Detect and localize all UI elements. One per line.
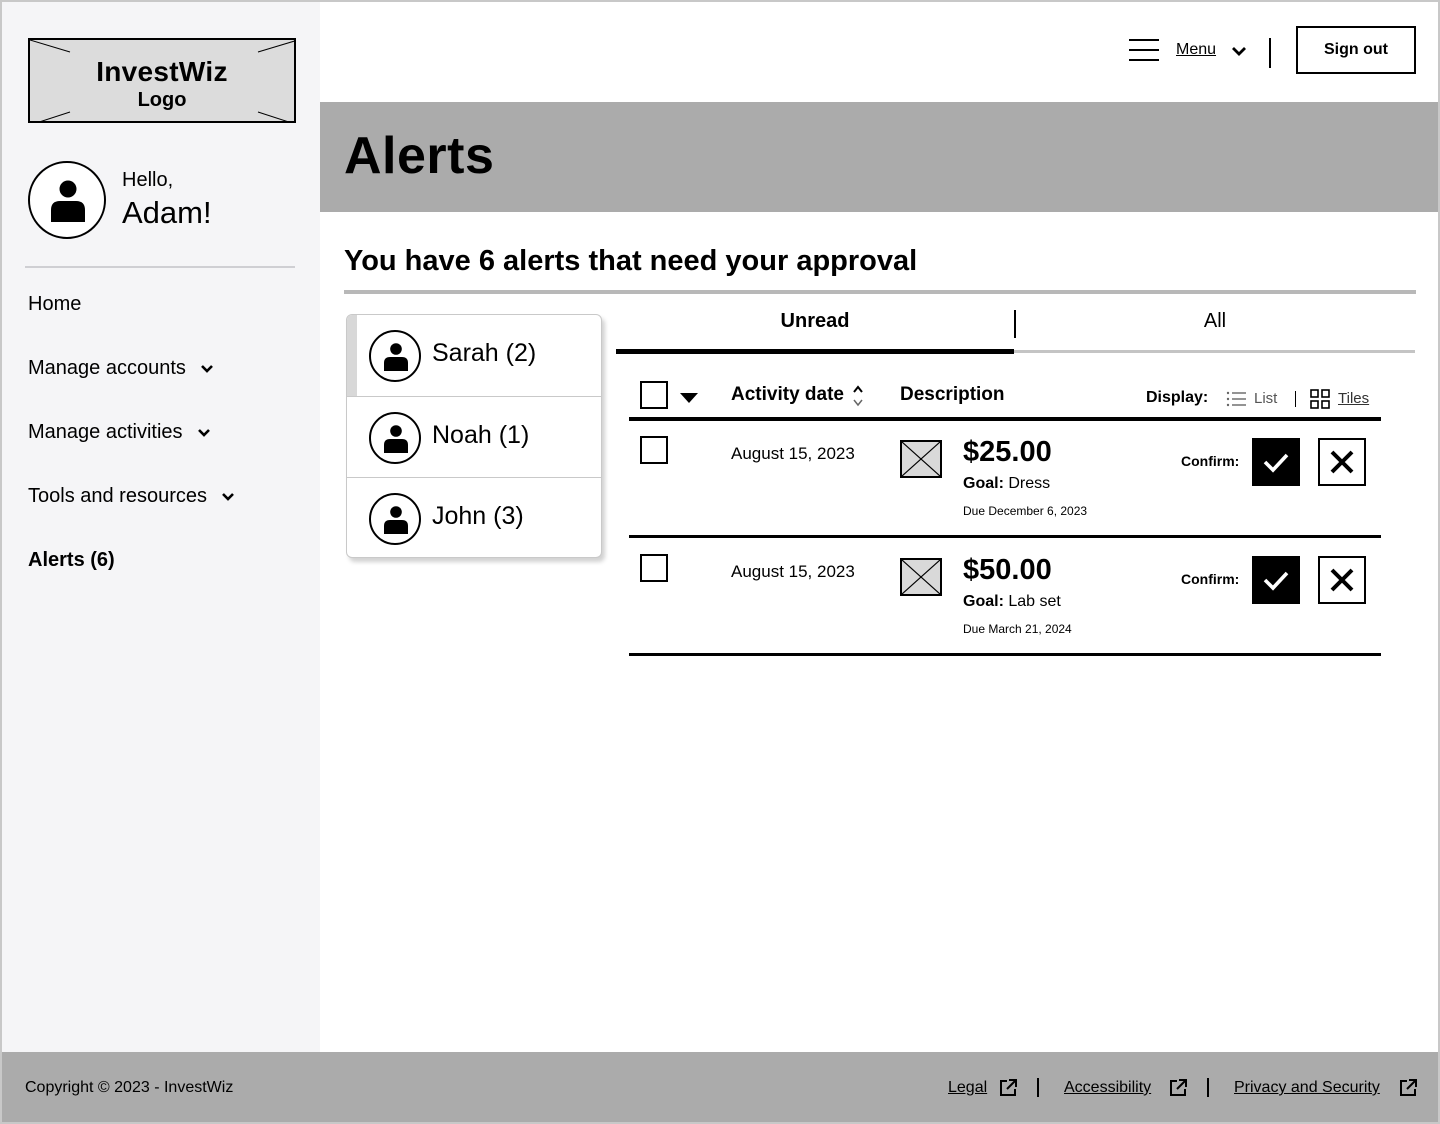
external-link-icon[interactable]	[999, 1079, 1017, 1102]
person-icon	[51, 180, 85, 222]
caret-down-icon[interactable]	[679, 391, 699, 409]
external-link-icon[interactable]	[1169, 1079, 1187, 1102]
sidebar-divider	[25, 266, 295, 268]
tab-inactive-indicator	[1014, 350, 1415, 353]
child-item-john[interactable]: John (3)	[347, 477, 601, 557]
alert-goal: Goal: Lab set	[963, 593, 1061, 611]
row-checkbox[interactable]	[640, 554, 668, 582]
sidebar-item-label: Manage activities	[28, 421, 183, 443]
logo: InvestWiz Logo	[28, 38, 296, 123]
chevron-down-icon[interactable]	[1231, 44, 1247, 62]
select-all-checkbox[interactable]	[640, 381, 668, 409]
display-divider	[1295, 391, 1296, 407]
alert-due-date: Due March 21, 2024	[963, 622, 1072, 636]
footer-link-privacy-and-security[interactable]: Privacy and Security	[1234, 1079, 1380, 1097]
image-placeholder-icon	[900, 440, 942, 478]
page-title: Alerts	[344, 127, 495, 185]
display-label: Display:	[1146, 389, 1209, 406]
sidebar-item-manage-activities[interactable]: Manage activities	[28, 421, 211, 444]
person-icon	[384, 506, 408, 534]
child-list: Sarah (2) Noah (1) John (3)	[346, 314, 602, 558]
footer-divider	[1207, 1078, 1209, 1097]
person-icon	[384, 343, 408, 371]
avatar	[369, 412, 421, 464]
approve-button[interactable]	[1252, 438, 1300, 486]
activity-date: August 15, 2023	[731, 444, 855, 463]
row-checkbox[interactable]	[640, 436, 668, 464]
sidebar-item-label: Alerts (6)	[28, 549, 115, 571]
column-header-description: Description	[900, 384, 1005, 405]
footer-divider	[1037, 1078, 1039, 1097]
close-icon	[1330, 568, 1354, 592]
tab-all[interactable]: All	[1016, 310, 1414, 350]
footer-link-legal[interactable]: Legal	[948, 1079, 987, 1097]
external-link-icon[interactable]	[1399, 1079, 1417, 1102]
alert-amount: $25.00	[963, 436, 1052, 468]
confirm-label: Confirm:	[1181, 453, 1240, 469]
goal-value: Dress	[1008, 475, 1051, 492]
image-placeholder-icon	[900, 558, 942, 596]
close-icon	[1330, 450, 1354, 474]
alerts-heading: You have 6 alerts that need your approva…	[344, 245, 918, 277]
chevron-down-icon	[221, 492, 235, 502]
approve-button[interactable]	[1252, 556, 1300, 604]
child-name: John (3)	[432, 502, 524, 530]
tiles-view-option[interactable]: Tiles	[1338, 390, 1369, 407]
footer: Copyright © 2023 - InvestWiz Legal Acces…	[2, 1052, 1438, 1122]
logo-title: InvestWiz	[96, 56, 228, 87]
grid-view-icon[interactable]	[1310, 389, 1330, 414]
copyright-text: Copyright © 2023 - InvestWiz	[25, 1079, 234, 1096]
row-divider	[629, 653, 1381, 656]
person-icon	[384, 425, 408, 453]
chevron-down-icon	[200, 364, 214, 374]
sidebar-item-tools-and-resources[interactable]: Tools and resources	[28, 485, 235, 508]
reject-button[interactable]	[1318, 556, 1366, 604]
sidebar-item-label: Tools and resources	[28, 485, 207, 507]
table-row: August 15, 2023 $25.00 Goal: Dress Due D…	[629, 420, 1381, 538]
child-item-noah[interactable]: Noah (1)	[347, 396, 601, 477]
avatar	[369, 493, 421, 545]
user-name: Adam!	[122, 195, 212, 230]
check-icon	[1263, 571, 1289, 591]
footer-link-accessibility[interactable]: Accessibility	[1064, 1079, 1151, 1097]
sidebar: InvestWiz Logo Hello, Adam! Home Manage …	[2, 2, 320, 1052]
greeting-text: Hello,	[122, 169, 174, 191]
alert-due-date: Due December 6, 2023	[963, 504, 1088, 518]
list-view-icon[interactable]	[1226, 391, 1246, 412]
chevron-down-icon	[197, 428, 211, 438]
column-header-activity-date[interactable]: Activity date	[731, 384, 844, 406]
goal-label: Goal:	[963, 593, 1004, 610]
reject-button[interactable]	[1318, 438, 1366, 486]
tab-unread[interactable]: Unread	[616, 310, 1014, 350]
list-view-option[interactable]: List	[1254, 390, 1277, 407]
sign-out-button[interactable]: Sign out	[1296, 26, 1416, 74]
hamburger-icon[interactable]	[1128, 38, 1160, 64]
sidebar-item-alerts[interactable]: Alerts (6)	[28, 549, 115, 572]
alert-goal: Goal: Dress	[963, 475, 1050, 493]
child-item-sarah[interactable]: Sarah (2)	[347, 315, 601, 396]
sort-icon[interactable]	[852, 384, 864, 413]
table-row: August 15, 2023 $50.00 Goal: Lab set Due…	[629, 538, 1381, 656]
sidebar-item-label: Manage accounts	[28, 357, 186, 379]
sidebar-item-label: Home	[28, 293, 82, 315]
sidebar-item-home[interactable]: Home	[28, 293, 81, 316]
tab-active-indicator	[616, 349, 1014, 354]
logo-subtitle: Logo	[137, 89, 187, 111]
check-icon	[1263, 453, 1289, 473]
goal-label: Goal:	[963, 475, 1004, 492]
header-divider	[1269, 38, 1271, 68]
heading-divider	[344, 290, 1416, 294]
page-banner: Alerts	[320, 102, 1438, 212]
child-name: Sarah (2)	[432, 339, 537, 367]
alert-amount: $50.00	[963, 554, 1052, 586]
user-avatar	[28, 161, 106, 239]
child-name: Noah (1)	[432, 421, 530, 449]
sidebar-item-manage-accounts[interactable]: Manage accounts	[28, 357, 214, 380]
goal-value: Lab set	[1008, 593, 1061, 610]
avatar	[369, 330, 421, 382]
activity-date: August 15, 2023	[731, 562, 855, 581]
confirm-label: Confirm:	[1181, 571, 1240, 587]
menu-link[interactable]: Menu	[1176, 41, 1216, 59]
